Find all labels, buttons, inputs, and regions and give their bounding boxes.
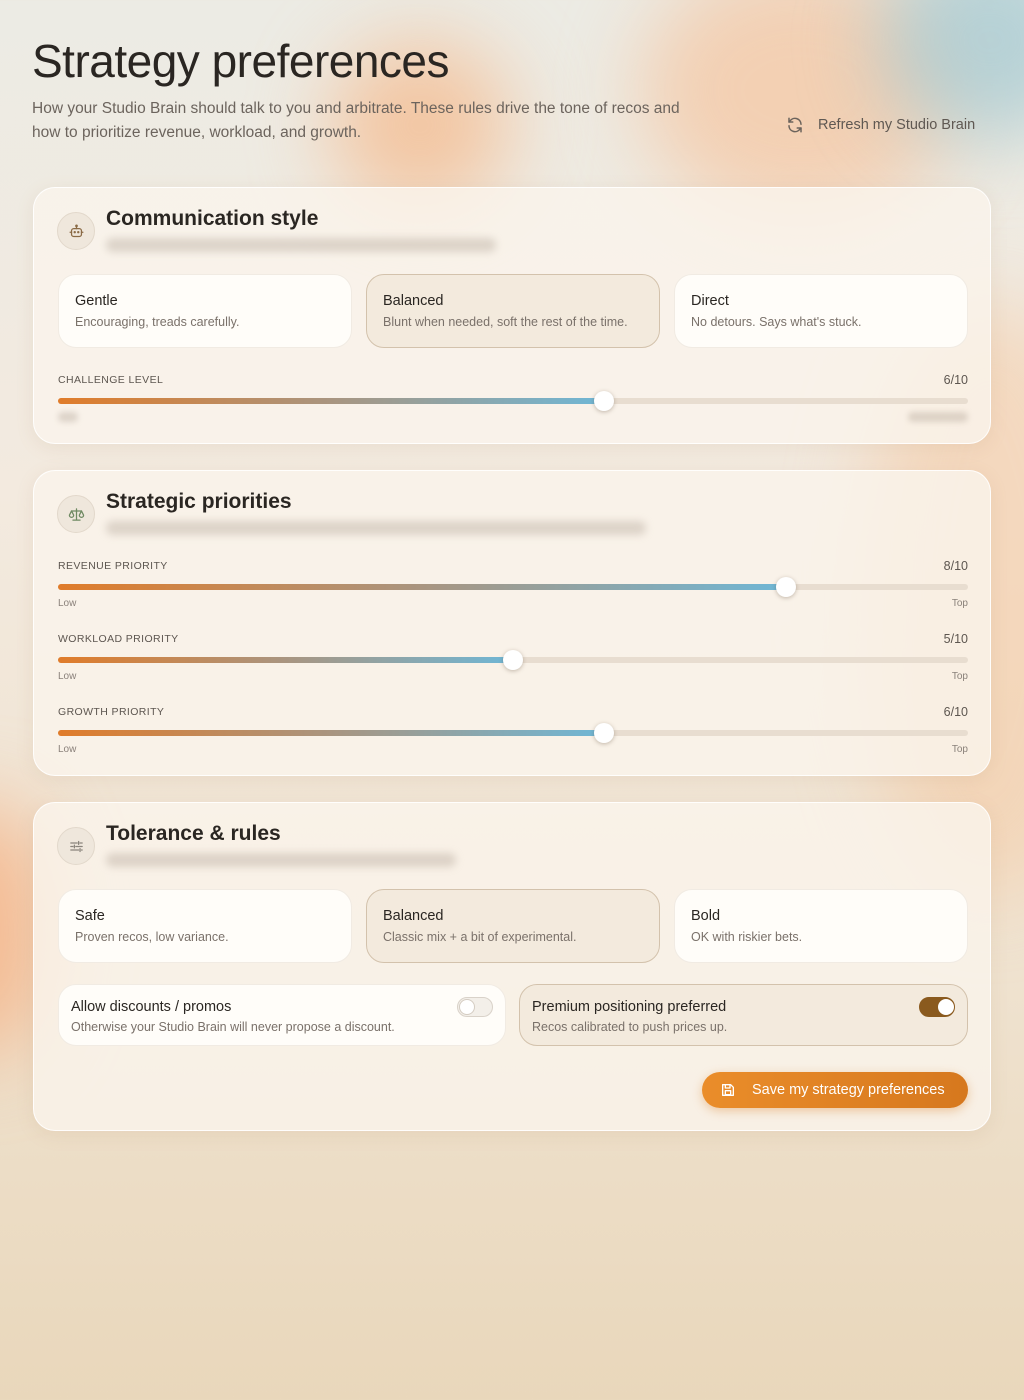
- premium-positioning-switch[interactable]: [919, 997, 955, 1017]
- card-title: Tolerance & rules: [106, 822, 281, 845]
- option-label: Bold: [691, 908, 721, 924]
- slider-track[interactable]: [58, 650, 968, 670]
- option-desc: Encouraging, treads carefully.: [75, 315, 240, 329]
- card-title: Strategic priorities: [106, 490, 292, 513]
- slider-value: 6/10: [943, 373, 968, 387]
- slider-thumb[interactable]: [776, 577, 796, 597]
- growth-priority-slider: GROWTH PRIORITY 6/10 Low Top: [58, 705, 968, 755]
- communication-options: Gentle Encouraging, treads carefully. Ba…: [58, 274, 968, 348]
- strategic-priorities-card: Strategic priorities REVENUE PRIORITY 8/…: [33, 470, 991, 776]
- save-label: Save my strategy preferences: [752, 1082, 945, 1098]
- slider-value: 6/10: [943, 705, 968, 719]
- refresh-label: Refresh my Studio Brain: [818, 117, 976, 133]
- option-desc: Proven recos, low variance.: [75, 930, 229, 944]
- slider-max-label: Top: [951, 598, 968, 609]
- card-subtitle-blurred: [106, 853, 456, 867]
- option-desc: Blunt when needed, soft the rest of the …: [383, 315, 628, 329]
- option-safe[interactable]: Safe Proven recos, low variance.: [58, 889, 352, 963]
- option-direct[interactable]: Direct No detours. Says what's stuck.: [674, 274, 968, 348]
- slider-label: REVENUE PRIORITY: [58, 560, 168, 572]
- slider-max-label-blurred: [908, 412, 968, 422]
- switch-knob: [459, 999, 475, 1015]
- allow-discounts-toggle-row[interactable]: Allow discounts / promos Otherwise your …: [58, 984, 506, 1046]
- bot-icon: [57, 212, 95, 250]
- workload-priority-slider: WORKLOAD PRIORITY 5/10 Low Top: [58, 632, 968, 682]
- option-label: Safe: [75, 908, 105, 924]
- save-preferences-button[interactable]: Save my strategy preferences: [702, 1072, 968, 1108]
- save-icon: [722, 1084, 734, 1096]
- challenge-level-slider: CHALLENGE LEVEL 6/10: [58, 373, 968, 422]
- slider-value: 8/10: [943, 559, 968, 573]
- revenue-priority-slider: REVENUE PRIORITY 8/10 Low Top: [58, 559, 968, 609]
- slider-fill: [58, 730, 604, 736]
- premium-positioning-toggle-row[interactable]: Premium positioning preferred Recos cali…: [519, 984, 968, 1046]
- option-label: Balanced: [383, 293, 444, 309]
- refresh-icon: [788, 117, 802, 133]
- option-label: Balanced: [383, 908, 444, 924]
- page-title: Strategy preferences: [32, 35, 450, 87]
- slider-track[interactable]: [58, 391, 968, 411]
- slider-min-label: Low: [58, 744, 77, 755]
- option-balanced[interactable]: Balanced Blunt when needed, soft the res…: [366, 274, 660, 348]
- option-desc: No detours. Says what's stuck.: [691, 315, 862, 329]
- tolerance-options: Safe Proven recos, low variance. Balance…: [58, 889, 968, 963]
- slider-label: GROWTH PRIORITY: [58, 706, 165, 718]
- slider-thumb[interactable]: [594, 723, 614, 743]
- tolerance-rules-card: Tolerance & rules Safe Proven recos, low…: [33, 802, 991, 1131]
- toggle-desc: Recos calibrated to push prices up.: [532, 1020, 728, 1034]
- slider-label: WORKLOAD PRIORITY: [58, 633, 179, 645]
- toggle-desc: Otherwise your Studio Brain will never p…: [71, 1020, 395, 1034]
- slider-label: CHALLENGE LEVEL: [58, 374, 164, 386]
- option-gentle[interactable]: Gentle Encouraging, treads carefully.: [58, 274, 352, 348]
- slider-thumb[interactable]: [594, 391, 614, 411]
- slider-min-label: Low: [58, 598, 77, 609]
- page-subtitle: How your Studio Brain should talk to you…: [32, 100, 680, 141]
- slider-track[interactable]: [58, 723, 968, 743]
- card-title: Communication style: [106, 207, 319, 230]
- option-desc: Classic mix + a bit of experimental.: [383, 930, 577, 944]
- option-bold[interactable]: Bold OK with riskier bets.: [674, 889, 968, 963]
- slider-max-label: Top: [951, 671, 968, 682]
- scale-icon: [57, 495, 95, 533]
- option-label: Direct: [691, 293, 729, 309]
- toggle-label: Allow discounts / promos: [71, 999, 232, 1015]
- slider-value: 5/10: [943, 632, 968, 646]
- card-subtitle-blurred: [106, 238, 496, 252]
- option-desc: OK with riskier bets.: [691, 930, 803, 944]
- slider-fill: [58, 657, 513, 663]
- card-header: Tolerance & rules: [57, 822, 456, 867]
- option-label: Gentle: [75, 293, 118, 309]
- toggle-label: Premium positioning preferred: [532, 999, 727, 1015]
- communication-style-card: Communication style Gentle Encouraging, …: [33, 187, 991, 444]
- slider-fill: [58, 584, 786, 590]
- refresh-studio-brain-button[interactable]: Refresh my Studio Brain: [786, 116, 975, 134]
- switch-knob: [938, 999, 954, 1015]
- slider-track[interactable]: [58, 577, 968, 597]
- sliders-icon: [57, 827, 95, 865]
- allow-discounts-switch[interactable]: [457, 997, 493, 1017]
- slider-max-label: Top: [951, 744, 968, 755]
- option-balanced[interactable]: Balanced Classic mix + a bit of experime…: [366, 889, 660, 963]
- slider-min-label-blurred: [58, 412, 78, 422]
- card-header: Communication style: [57, 207, 496, 252]
- card-subtitle-blurred: [106, 521, 646, 535]
- slider-min-label: Low: [58, 671, 77, 682]
- card-header: Strategic priorities: [57, 490, 646, 535]
- slider-fill: [58, 398, 604, 404]
- slider-thumb[interactable]: [503, 650, 523, 670]
